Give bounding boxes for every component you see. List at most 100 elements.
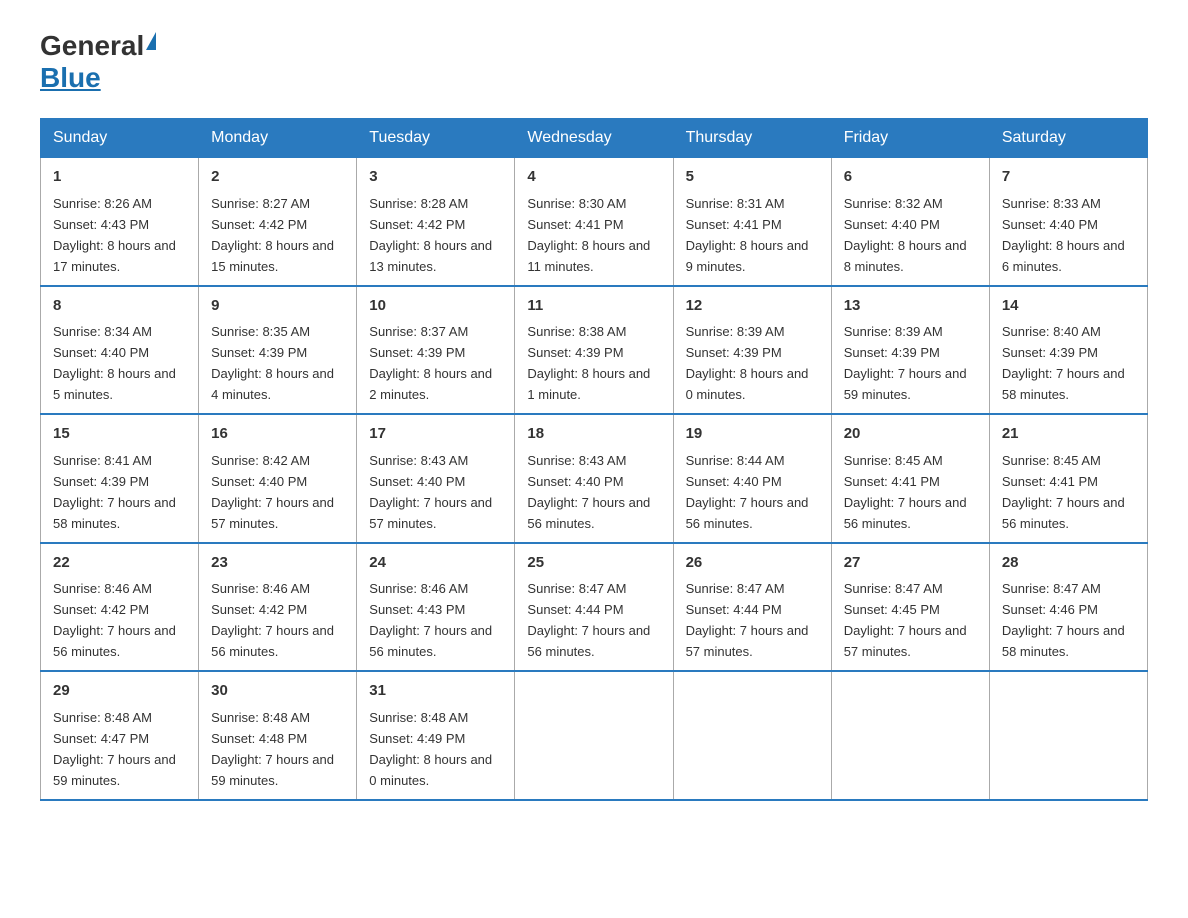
calendar-cell: 18 Sunrise: 8:43 AMSunset: 4:40 PMDaylig…: [515, 414, 673, 543]
day-number: 19: [686, 423, 819, 446]
day-info: Sunrise: 8:47 AMSunset: 4:46 PMDaylight:…: [1002, 581, 1125, 659]
calendar-cell: 28 Sunrise: 8:47 AMSunset: 4:46 PMDaylig…: [989, 543, 1147, 672]
day-info: Sunrise: 8:46 AMSunset: 4:42 PMDaylight:…: [53, 581, 176, 659]
calendar-cell: 21 Sunrise: 8:45 AMSunset: 4:41 PMDaylig…: [989, 414, 1147, 543]
day-info: Sunrise: 8:42 AMSunset: 4:40 PMDaylight:…: [211, 453, 334, 531]
day-number: 26: [686, 552, 819, 575]
weekday-header: Wednesday: [515, 119, 673, 158]
day-number: 2: [211, 166, 344, 189]
day-info: Sunrise: 8:40 AMSunset: 4:39 PMDaylight:…: [1002, 324, 1125, 402]
calendar-cell: 6 Sunrise: 8:32 AMSunset: 4:40 PMDayligh…: [831, 158, 989, 286]
day-info: Sunrise: 8:47 AMSunset: 4:44 PMDaylight:…: [527, 581, 650, 659]
calendar-cell: 16 Sunrise: 8:42 AMSunset: 4:40 PMDaylig…: [199, 414, 357, 543]
day-info: Sunrise: 8:31 AMSunset: 4:41 PMDaylight:…: [686, 196, 809, 274]
logo-blue-label: Blue: [40, 62, 101, 93]
day-number: 10: [369, 295, 502, 318]
day-number: 25: [527, 552, 660, 575]
day-info: Sunrise: 8:39 AMSunset: 4:39 PMDaylight:…: [686, 324, 809, 402]
day-info: Sunrise: 8:28 AMSunset: 4:42 PMDaylight:…: [369, 196, 492, 274]
calendar-cell: 24 Sunrise: 8:46 AMSunset: 4:43 PMDaylig…: [357, 543, 515, 672]
weekday-header: Tuesday: [357, 119, 515, 158]
day-info: Sunrise: 8:45 AMSunset: 4:41 PMDaylight:…: [1002, 453, 1125, 531]
calendar-cell: 27 Sunrise: 8:47 AMSunset: 4:45 PMDaylig…: [831, 543, 989, 672]
day-number: 17: [369, 423, 502, 446]
calendar-cell: 22 Sunrise: 8:46 AMSunset: 4:42 PMDaylig…: [41, 543, 199, 672]
calendar-cell: 20 Sunrise: 8:45 AMSunset: 4:41 PMDaylig…: [831, 414, 989, 543]
day-info: Sunrise: 8:32 AMSunset: 4:40 PMDaylight:…: [844, 196, 967, 274]
calendar-table: SundayMondayTuesdayWednesdayThursdayFrid…: [40, 118, 1148, 801]
day-info: Sunrise: 8:44 AMSunset: 4:40 PMDaylight:…: [686, 453, 809, 531]
calendar-cell: 30 Sunrise: 8:48 AMSunset: 4:48 PMDaylig…: [199, 671, 357, 800]
day-info: Sunrise: 8:43 AMSunset: 4:40 PMDaylight:…: [369, 453, 492, 531]
calendar-cell: 25 Sunrise: 8:47 AMSunset: 4:44 PMDaylig…: [515, 543, 673, 672]
weekday-header: Saturday: [989, 119, 1147, 158]
day-number: 28: [1002, 552, 1135, 575]
calendar-body: 1 Sunrise: 8:26 AMSunset: 4:43 PMDayligh…: [41, 158, 1148, 800]
weekday-header: Sunday: [41, 119, 199, 158]
calendar-cell: 7 Sunrise: 8:33 AMSunset: 4:40 PMDayligh…: [989, 158, 1147, 286]
day-number: 21: [1002, 423, 1135, 446]
day-number: 11: [527, 295, 660, 318]
day-info: Sunrise: 8:46 AMSunset: 4:42 PMDaylight:…: [211, 581, 334, 659]
day-number: 20: [844, 423, 977, 446]
calendar-cell: 1 Sunrise: 8:26 AMSunset: 4:43 PMDayligh…: [41, 158, 199, 286]
day-number: 9: [211, 295, 344, 318]
day-number: 7: [1002, 166, 1135, 189]
calendar-cell: 13 Sunrise: 8:39 AMSunset: 4:39 PMDaylig…: [831, 286, 989, 415]
calendar-cell: 11 Sunrise: 8:38 AMSunset: 4:39 PMDaylig…: [515, 286, 673, 415]
calendar-week-row: 8 Sunrise: 8:34 AMSunset: 4:40 PMDayligh…: [41, 286, 1148, 415]
calendar-cell: 14 Sunrise: 8:40 AMSunset: 4:39 PMDaylig…: [989, 286, 1147, 415]
calendar-cell: 29 Sunrise: 8:48 AMSunset: 4:47 PMDaylig…: [41, 671, 199, 800]
calendar-cell: 10 Sunrise: 8:37 AMSunset: 4:39 PMDaylig…: [357, 286, 515, 415]
logo: General Blue: [40, 30, 158, 94]
day-number: 22: [53, 552, 186, 575]
day-info: Sunrise: 8:26 AMSunset: 4:43 PMDaylight:…: [53, 196, 176, 274]
day-number: 13: [844, 295, 977, 318]
day-number: 31: [369, 680, 502, 703]
day-info: Sunrise: 8:38 AMSunset: 4:39 PMDaylight:…: [527, 324, 650, 402]
calendar-cell: 2 Sunrise: 8:27 AMSunset: 4:42 PMDayligh…: [199, 158, 357, 286]
calendar-cell: 12 Sunrise: 8:39 AMSunset: 4:39 PMDaylig…: [673, 286, 831, 415]
day-number: 16: [211, 423, 344, 446]
day-number: 18: [527, 423, 660, 446]
calendar-cell: 26 Sunrise: 8:47 AMSunset: 4:44 PMDaylig…: [673, 543, 831, 672]
day-info: Sunrise: 8:30 AMSunset: 4:41 PMDaylight:…: [527, 196, 650, 274]
day-number: 29: [53, 680, 186, 703]
calendar-cell: 17 Sunrise: 8:43 AMSunset: 4:40 PMDaylig…: [357, 414, 515, 543]
day-number: 24: [369, 552, 502, 575]
calendar-week-row: 1 Sunrise: 8:26 AMSunset: 4:43 PMDayligh…: [41, 158, 1148, 286]
day-info: Sunrise: 8:48 AMSunset: 4:48 PMDaylight:…: [211, 710, 334, 788]
day-info: Sunrise: 8:33 AMSunset: 4:40 PMDaylight:…: [1002, 196, 1125, 274]
calendar-cell: 3 Sunrise: 8:28 AMSunset: 4:42 PMDayligh…: [357, 158, 515, 286]
day-info: Sunrise: 8:47 AMSunset: 4:44 PMDaylight:…: [686, 581, 809, 659]
day-info: Sunrise: 8:46 AMSunset: 4:43 PMDaylight:…: [369, 581, 492, 659]
calendar-cell: [515, 671, 673, 800]
day-info: Sunrise: 8:48 AMSunset: 4:49 PMDaylight:…: [369, 710, 492, 788]
day-info: Sunrise: 8:48 AMSunset: 4:47 PMDaylight:…: [53, 710, 176, 788]
logo-text: General: [40, 30, 144, 62]
calendar-cell: 15 Sunrise: 8:41 AMSunset: 4:39 PMDaylig…: [41, 414, 199, 543]
day-info: Sunrise: 8:41 AMSunset: 4:39 PMDaylight:…: [53, 453, 176, 531]
day-info: Sunrise: 8:34 AMSunset: 4:40 PMDaylight:…: [53, 324, 176, 402]
day-number: 1: [53, 166, 186, 189]
day-info: Sunrise: 8:35 AMSunset: 4:39 PMDaylight:…: [211, 324, 334, 402]
day-info: Sunrise: 8:47 AMSunset: 4:45 PMDaylight:…: [844, 581, 967, 659]
calendar-cell: 8 Sunrise: 8:34 AMSunset: 4:40 PMDayligh…: [41, 286, 199, 415]
calendar-week-row: 15 Sunrise: 8:41 AMSunset: 4:39 PMDaylig…: [41, 414, 1148, 543]
calendar-cell: 19 Sunrise: 8:44 AMSunset: 4:40 PMDaylig…: [673, 414, 831, 543]
calendar-cell: 9 Sunrise: 8:35 AMSunset: 4:39 PMDayligh…: [199, 286, 357, 415]
calendar-header: SundayMondayTuesdayWednesdayThursdayFrid…: [41, 119, 1148, 158]
calendar-cell: [831, 671, 989, 800]
calendar-cell: [989, 671, 1147, 800]
page-header: General Blue: [40, 30, 1148, 94]
logo-arrow-icon: [146, 32, 156, 50]
day-number: 30: [211, 680, 344, 703]
day-number: 3: [369, 166, 502, 189]
calendar-cell: 31 Sunrise: 8:48 AMSunset: 4:49 PMDaylig…: [357, 671, 515, 800]
calendar-cell: 5 Sunrise: 8:31 AMSunset: 4:41 PMDayligh…: [673, 158, 831, 286]
day-number: 8: [53, 295, 186, 318]
calendar-week-row: 29 Sunrise: 8:48 AMSunset: 4:47 PMDaylig…: [41, 671, 1148, 800]
weekday-header: Monday: [199, 119, 357, 158]
calendar-cell: 4 Sunrise: 8:30 AMSunset: 4:41 PMDayligh…: [515, 158, 673, 286]
day-info: Sunrise: 8:39 AMSunset: 4:39 PMDaylight:…: [844, 324, 967, 402]
